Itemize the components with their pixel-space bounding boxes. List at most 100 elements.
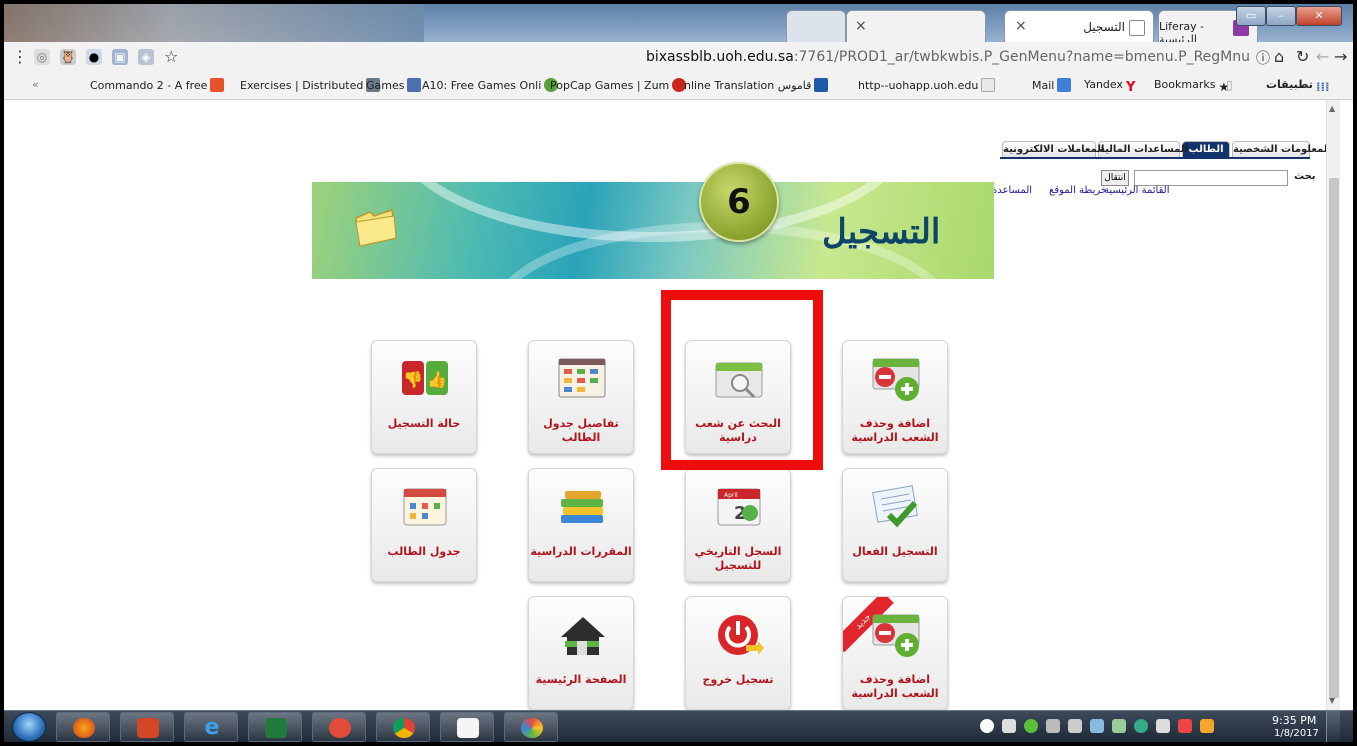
- chrome-icon: [393, 718, 415, 738]
- bookmark-item[interactable]: Commando 2 - A free: [90, 78, 227, 92]
- menu-icon[interactable]: ⋮: [12, 47, 28, 66]
- url-field[interactable]: bixassblb.uoh.edu.sa:7761/PROD1_ar/twbkw…: [230, 46, 1250, 68]
- link-site-map[interactable]: خريطة الموقع: [1049, 185, 1107, 196]
- restore-button[interactable]: ▭: [1236, 6, 1266, 26]
- tile-logout[interactable]: تسجيل خروج: [685, 596, 791, 710]
- clock-time[interactable]: 9:35 PM: [1272, 714, 1316, 727]
- tile-label: السجل التاريخي للتسجيل: [694, 545, 782, 572]
- link-main-menu[interactable]: القائمة الرئيسية: [1104, 185, 1169, 196]
- device-icon[interactable]: [1068, 719, 1082, 733]
- bookmark-item[interactable]: A10: Free Games Onli: [422, 78, 561, 92]
- tab-financial-aid[interactable]: المساعدات المالية: [1098, 141, 1188, 158]
- forward-icon[interactable]: ←: [1316, 47, 1329, 66]
- paw-app-icon: [329, 718, 351, 738]
- bookmark-item[interactable]: http--uohapp.uoh.edu: [858, 78, 998, 92]
- search-input[interactable]: [1134, 170, 1288, 186]
- clock-date[interactable]: 1/8/2017: [1274, 728, 1319, 739]
- tab-student[interactable]: الطالب: [1182, 141, 1230, 158]
- logout-icon: [718, 615, 764, 655]
- tile-schedule-details[interactable]: تفاصيل جدول الطالب: [528, 340, 634, 454]
- taskbar-chrome[interactable]: [376, 712, 430, 742]
- tile-courses[interactable]: المقررات الدراسية: [528, 468, 634, 582]
- signal-icon[interactable]: [1002, 719, 1016, 733]
- tile-student-schedule[interactable]: جدول الطالب: [371, 468, 477, 582]
- reload-icon[interactable]: ↻: [1296, 47, 1309, 66]
- bluetooth-icon[interactable]: [1046, 719, 1060, 733]
- volume-icon[interactable]: [1156, 719, 1170, 733]
- info-icon[interactable]: ⓘ: [1256, 48, 1270, 68]
- windows-taskbar: e 9:35 PM 1/8/2017: [4, 710, 1353, 742]
- close-window-button[interactable]: ✕: [1296, 6, 1342, 26]
- bookmark-item[interactable]: Games: [366, 78, 424, 92]
- tile-label: التسجيل الفعال: [852, 545, 938, 558]
- address-bar-row: ⋮ ◎ 🦉 ● ▣ ◈ ☆ bixassblb.uoh.edu.sa:7761/…: [4, 42, 1353, 72]
- active-registration-icon: [872, 485, 918, 528]
- tile-label: تسجيل خروج: [702, 673, 774, 686]
- tab-e-transactions[interactable]: المعاملات الالكترونية: [1002, 141, 1104, 158]
- extension-icon[interactable]: ◈: [138, 49, 154, 65]
- taskbar-firefox[interactable]: [56, 712, 110, 742]
- bookmark-star-icon[interactable]: ☆: [164, 47, 178, 66]
- powerpoint-icon: [137, 718, 159, 738]
- page-content: المعلومات الشخصية الطالب المساعدات المال…: [4, 100, 1331, 710]
- taskbar-excel[interactable]: [248, 712, 302, 742]
- app-tray-icon[interactable]: [1112, 719, 1126, 733]
- new-tab-button[interactable]: [786, 10, 846, 42]
- tab-label: التسجيل: [1083, 20, 1125, 34]
- scroll-down-icon[interactable]: ▼: [1329, 696, 1335, 705]
- tab-blank[interactable]: ×: [846, 10, 986, 42]
- scroll-up-icon[interactable]: ▲: [1329, 104, 1335, 113]
- bookmark-favicon-icon: [814, 78, 829, 92]
- document-icon: [457, 718, 479, 738]
- tile-home-page[interactable]: الصفحة الرئيسية: [528, 596, 634, 710]
- show-desktop-button[interactable]: [1326, 711, 1340, 742]
- back-icon[interactable]: →: [1334, 47, 1347, 66]
- network-icon[interactable]: [1090, 719, 1104, 733]
- tab-registration[interactable]: × التسجيل: [1004, 10, 1154, 42]
- tile-registration-status[interactable]: 👎 👍 حالة التسجيل: [371, 340, 477, 454]
- taskbar-notepad[interactable]: [440, 712, 494, 742]
- bookmarks-overflow-chevron-icon[interactable]: «: [32, 78, 39, 91]
- bookmark-item[interactable]: Exercises | Distributed: [240, 78, 383, 92]
- app-tray-icon[interactable]: [1200, 719, 1214, 733]
- go-button[interactable]: انتقال: [1101, 170, 1129, 186]
- minimize-button[interactable]: –: [1266, 6, 1296, 26]
- bookmark-item[interactable]: Bookmarks ★: [1154, 78, 1232, 94]
- browser-window: × × التسجيل Liferay - الرئيسية ▭ – ✕ ⋮ ◎…: [4, 4, 1353, 742]
- bookmark-item[interactable]: PopCap Games | Zum: [550, 78, 689, 92]
- bookmark-item[interactable]: Mail: [1032, 78, 1074, 92]
- taskbar-powerpoint[interactable]: [120, 712, 174, 742]
- extension-icon[interactable]: ●: [86, 49, 102, 65]
- home-icon[interactable]: ⌂: [1274, 47, 1284, 66]
- ie-icon: e: [204, 715, 220, 740]
- status-icon[interactable]: [1024, 719, 1038, 733]
- taskbar-internet-explorer[interactable]: e: [184, 712, 238, 742]
- bookmark-item[interactable]: nline Translation قاموس: [684, 78, 831, 92]
- tile-add-drop-sections-new[interactable]: جديد اضافة وحذف الشعب الدراسية: [842, 596, 948, 710]
- tab-personal-info[interactable]: المعلومات الشخصية: [1232, 141, 1331, 158]
- page-icon[interactable]: ▯: [1226, 78, 1233, 92]
- taskbar-paint[interactable]: [504, 712, 558, 742]
- bookmark-item[interactable]: Yandex Y: [1084, 78, 1138, 95]
- tile-registration-history[interactable]: April 2 السجل التاريخي للتسجيل: [685, 468, 791, 582]
- extension-icon[interactable]: ▣: [112, 49, 128, 65]
- tile-active-registration[interactable]: التسجيل الفعال: [842, 468, 948, 582]
- svg-text:👎: 👎: [403, 370, 423, 389]
- add-remove-sections-new-icon: [872, 614, 920, 657]
- flag-icon[interactable]: [1178, 719, 1192, 733]
- owl-extension-icon[interactable]: 🦉: [60, 49, 76, 65]
- tile-add-drop-sections[interactable]: اضافة وحذف الشعب الدراسية: [842, 340, 948, 454]
- close-tab-icon[interactable]: ×: [1015, 18, 1027, 34]
- page-icon: [1129, 20, 1145, 36]
- apps-shortcut[interactable]: تطبيقات ⁞⁞⁞: [1266, 78, 1333, 94]
- app-tray-icon[interactable]: [1134, 719, 1148, 733]
- taskbar-app[interactable]: [312, 712, 366, 742]
- vertical-scrollbar[interactable]: ▲ ▼: [1326, 100, 1340, 710]
- tile-label: حالة التسجيل: [387, 417, 461, 430]
- link-help[interactable]: المساعدة: [992, 185, 1032, 196]
- scrollbar-thumb[interactable]: [1329, 178, 1339, 698]
- close-tab-icon[interactable]: ×: [855, 18, 867, 34]
- search-icon[interactable]: [980, 719, 994, 733]
- start-button[interactable]: [12, 712, 46, 742]
- extension-icon[interactable]: ◎: [34, 49, 50, 65]
